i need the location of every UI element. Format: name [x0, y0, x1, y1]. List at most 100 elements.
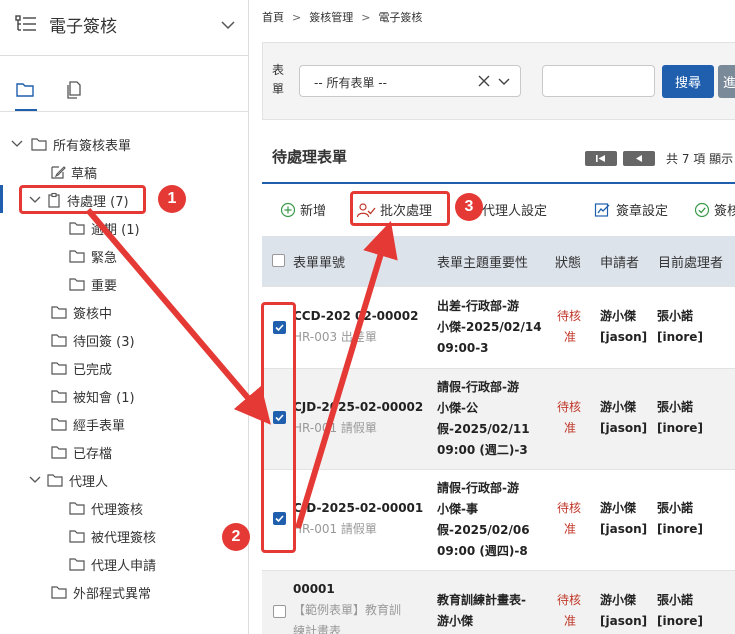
checkmark-icon: [275, 515, 284, 523]
form-table: 新增 批次處理 代理人設定 簽章設定 簽核 表單單號 表單主題重要性 狀態: [262, 182, 735, 634]
header-applicant[interactable]: 申請者: [600, 252, 639, 271]
status-text: 准: [564, 421, 577, 435]
row-checkbox[interactable]: [273, 411, 286, 424]
tree-label: 被知會 (1): [73, 390, 135, 406]
chevron-down-icon[interactable]: [220, 18, 236, 32]
subject-line[interactable]: 小傑-公: [437, 398, 478, 419]
tree-label: 待回簽 (3): [73, 334, 135, 350]
form-no[interactable]: 00001: [293, 579, 335, 600]
form-no[interactable]: CCD-202 02-00002: [293, 306, 418, 327]
checkmark-icon: [275, 414, 284, 422]
form-select-value: -- 所有表單 --: [314, 76, 387, 90]
sidebar: 電子簽核 所有簽核表單 草稿 待處理 (7) 逾期 (1) 緊急 重要 簽核中 …: [0, 0, 249, 634]
tree-item-important[interactable]: 重要: [68, 271, 117, 297]
tree-item-to-return[interactable]: 待回簽 (3): [50, 327, 135, 353]
tree-item-completed[interactable]: 已完成: [50, 355, 112, 381]
subject-line[interactable]: 假-2025/02/11: [437, 419, 530, 440]
chevron-down-icon[interactable]: [498, 77, 510, 86]
subject-line[interactable]: 出差-行政部-游: [437, 296, 519, 317]
row-checkbox[interactable]: [273, 512, 286, 525]
tab-documents[interactable]: [64, 80, 86, 102]
table-toolbar: 新增 批次處理 代理人設定 簽章設定 簽核: [262, 184, 735, 236]
subject-line[interactable]: 假-2025/02/06: [437, 520, 530, 541]
tree-item-notified[interactable]: 被知會 (1): [50, 383, 135, 409]
header-status[interactable]: 狀態: [555, 252, 581, 271]
form-select[interactable]: -- 所有表單 --: [299, 65, 521, 97]
tree-item-external-error[interactable]: 外部程式異常: [50, 579, 151, 605]
clipboard-icon: [48, 192, 60, 208]
folder-icon: [69, 250, 85, 263]
folder-icon: [69, 530, 85, 543]
tree-label: 重要: [91, 278, 118, 294]
header-handler[interactable]: 目前處理者: [658, 252, 723, 271]
subject-line[interactable]: 游小傑: [437, 611, 473, 632]
tree-item-urgent[interactable]: 緊急: [68, 243, 117, 269]
tree-label: 所有簽核表單: [53, 138, 132, 154]
add-button-label: 新增: [300, 204, 327, 219]
form-no[interactable]: CJD-2025-02-00001: [293, 498, 423, 519]
tree-item-draft[interactable]: 草稿: [50, 159, 97, 185]
filter-panel: 表單 -- 所有表單 -- 搜尋 進: [262, 42, 735, 120]
header-form-no[interactable]: 表單單號: [293, 252, 345, 271]
tab-folder[interactable]: [15, 78, 37, 111]
header-subject[interactable]: 表單主題重要性: [437, 252, 528, 271]
subject-line[interactable]: 小傑-2025/02/14: [437, 317, 542, 338]
tree-item-pending[interactable]: 待處理 (7): [28, 187, 129, 213]
first-page-button[interactable]: [585, 151, 617, 166]
status-text: 待核: [557, 593, 582, 607]
tree-item-overdue[interactable]: 逾期 (1): [68, 215, 140, 241]
clear-icon[interactable]: [478, 75, 490, 87]
sign-button[interactable]: 簽核: [694, 200, 735, 219]
select-all-checkbox[interactable]: [272, 254, 285, 267]
subject-line[interactable]: 09:00 (週二)-3: [437, 440, 528, 461]
table-row[interactable]: CJD-2025-02-00001 HR-001 請假單 請假-行政部-游 小傑…: [262, 469, 735, 570]
subject-line[interactable]: 教育訓練計畫表-: [437, 590, 526, 611]
subject-line[interactable]: 請假-行政部-游: [437, 377, 519, 398]
table-header: 表單單號 表單主題重要性 狀態 申請者 目前處理者: [262, 236, 735, 286]
folder-icon: [51, 418, 67, 431]
row-checkbox[interactable]: [273, 605, 286, 618]
tree-item-proxy[interactable]: 代理人: [28, 467, 108, 493]
table-row[interactable]: CCD-202 02-00002 HR-003 出差單 出差-行政部-游 小傑-…: [262, 286, 735, 368]
proxy-setting-button[interactable]: 代理人設定: [478, 200, 547, 219]
row-checkbox[interactable]: [273, 321, 286, 334]
tree-item-proxied-sign[interactable]: 被代理簽核: [68, 523, 156, 549]
add-button[interactable]: 新增: [280, 200, 326, 219]
chevron-down-icon[interactable]: [10, 138, 24, 150]
tree-item-handled[interactable]: 經手表單: [50, 411, 125, 437]
search-button[interactable]: 搜尋: [662, 65, 714, 98]
prev-page-button[interactable]: [623, 151, 655, 166]
tree-item-proxy-apply[interactable]: 代理人申請: [68, 551, 156, 577]
handler-name: 張小諾: [657, 593, 694, 607]
tree-item-archived[interactable]: 已存檔: [50, 439, 112, 465]
table-row[interactable]: CJD-2025-02-00002 HR-001 請假單 請假-行政部-游 小傑…: [262, 368, 735, 469]
form-type: HR-003 出差單: [293, 330, 377, 344]
keyword-input[interactable]: [542, 65, 655, 97]
chevron-down-icon[interactable]: [28, 194, 42, 206]
form-type: 【範例表單】教育訓: [293, 603, 402, 617]
tree-item-proxy-sign[interactable]: 代理簽核: [68, 495, 143, 521]
seal-setting-button[interactable]: 簽章設定: [594, 200, 668, 219]
breadcrumb-sign-management[interactable]: 簽核管理: [309, 9, 353, 25]
applicant-name: 游小傑: [600, 501, 637, 515]
handler-id: [inore]: [657, 614, 703, 628]
batch-process-button[interactable]: 批次處理: [356, 200, 432, 219]
subject-line[interactable]: 請假-行政部-游: [437, 478, 519, 499]
chevron-down-icon[interactable]: [28, 474, 42, 486]
form-type: 練計畫表: [293, 624, 342, 634]
folder-icon: [16, 83, 34, 97]
proxy-setting-label: 代理人設定: [482, 204, 548, 219]
breadcrumb-home[interactable]: 首頁: [262, 9, 284, 25]
subject-line[interactable]: 小傑-事: [437, 499, 478, 520]
menu-icon[interactable]: [15, 14, 37, 34]
first-page-icon: [596, 155, 605, 162]
tree-label: 已存檔: [73, 446, 113, 462]
form-no[interactable]: CJD-2025-02-00002: [293, 397, 423, 418]
tree-item-signing[interactable]: 簽核中: [50, 299, 112, 325]
tree-item-root[interactable]: 所有簽核表單: [10, 131, 131, 157]
table-row[interactable]: 00001 【範例表單】教育訓 練計畫表 教育訓練計畫表- 游小傑 待核 准 游…: [262, 570, 735, 634]
subject-line[interactable]: 09:00 (週四)-8: [437, 541, 528, 562]
sidebar-title: 電子簽核: [49, 17, 117, 37]
advanced-search-button[interactable]: 進: [718, 65, 735, 98]
subject-line[interactable]: 09:00-3: [437, 338, 489, 359]
